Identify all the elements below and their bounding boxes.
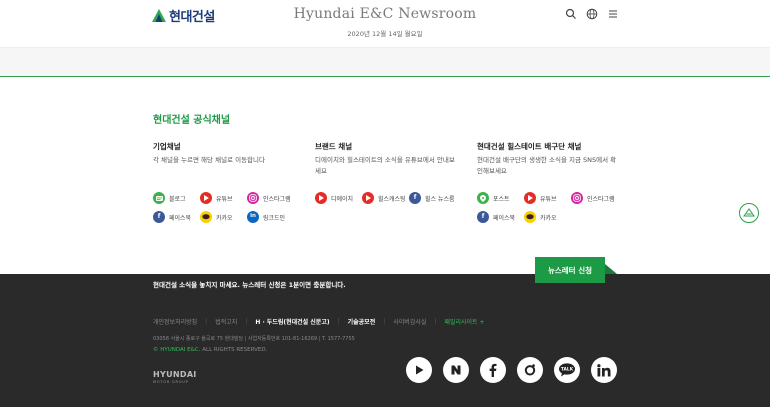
blog-icon [153, 192, 165, 204]
channel-link-youtube[interactable]: 유튜브 [524, 192, 557, 204]
header-divider-band [0, 47, 770, 77]
instagram-icon[interactable] [517, 357, 543, 383]
site-footer [0, 274, 770, 407]
tech-contest-link[interactable]: 기술공모전 [348, 317, 376, 326]
facebook-icon: f [409, 192, 421, 204]
channel-link-hillscasting-youtube[interactable]: 힐스캐스팅 [362, 192, 406, 204]
link-separator: | [434, 318, 437, 325]
column-description: 각 채널을 누르면 해당 채널로 이동합니다 [153, 156, 265, 164]
linkedin-icon[interactable] [591, 357, 617, 383]
cyber-audit-link[interactable]: 사이버감사실 [393, 317, 426, 326]
channel-label: 힐스 뉴스룸 [425, 195, 455, 203]
kakao-icon [524, 211, 536, 223]
privacy-policy-link[interactable]: 개인정보처리방침 [153, 317, 197, 326]
newsletter-prompt: 현대건설 소식을 놓치지 마세요. 뉴스레터 신청은 1분이면 충분합니다. [153, 281, 346, 289]
youtube-icon [315, 192, 327, 204]
channel-link-post[interactable]: 포스트 [477, 192, 510, 204]
channel-label: 카카오 [216, 214, 233, 222]
menu-icon[interactable] [607, 8, 619, 20]
newsletter-subscribe-button[interactable]: 뉴스레터 신청 [535, 257, 605, 283]
footer-links: 개인정보처리방침 | 법적고지 | H · 두드림(현대건설 신문고) | 기술… [153, 317, 484, 326]
post-icon [477, 192, 489, 204]
instagram-icon [571, 192, 583, 204]
official-channels-title: 현대건설 공식채널 [153, 115, 231, 126]
column-description: 디에이치와 힐스테이트의 소식을 유튜브에서 안내보세요 [315, 156, 455, 175]
channel-link-kakao[interactable]: 카카오 [200, 211, 233, 223]
channel-label: 포스트 [493, 195, 510, 203]
channel-label: 카카오 [540, 214, 557, 222]
copyright-brand: © HYUNDAI E&C. [153, 347, 201, 353]
channel-label: 블로그 [169, 195, 186, 203]
channel-link-the-h-youtube[interactable]: 디에이치 [315, 192, 353, 204]
h-dodream-link[interactable]: H · 두드림(현대건설 신문고) [255, 317, 329, 326]
channel-link-youtube[interactable]: 유튜브 [200, 192, 233, 204]
column-title: 현대건설 힐스테이트 배구단 채널 [477, 142, 582, 151]
kakao-talk-icon[interactable]: TALK [554, 357, 580, 383]
instagram-icon [247, 192, 259, 204]
youtube-icon [362, 192, 374, 204]
group-logo-sub: MOTOR GROUP [153, 380, 189, 384]
copyright-rest: ALL RIGHTS RESERVED. [200, 347, 268, 353]
channel-label: 유튜브 [540, 195, 557, 203]
link-separator: | [205, 318, 208, 325]
column-title: 기업채널 [153, 142, 181, 151]
youtube-icon [200, 192, 212, 204]
channel-label: 인스타그램 [263, 195, 291, 203]
channel-label: 디에이치 [331, 195, 354, 203]
corporate-channel-column: 기업채널 각 채널을 누르면 해당 채널로 이동합니다 [153, 141, 313, 166]
channel-label: 인스타그램 [587, 195, 615, 203]
channel-label: 힐스캐스팅 [378, 195, 406, 203]
site-header: 현대건설 Hyundai E&C Newsroom 2020년 12월 14일 … [0, 0, 770, 47]
legal-notice-link[interactable]: 법적고지 [215, 317, 237, 326]
arrow-up-icon [743, 208, 755, 217]
channel-label: 유튜브 [216, 195, 233, 203]
channel-label: 페이스북 [493, 214, 516, 222]
family-site-link[interactable]: 패밀리사이트 + [444, 317, 484, 326]
search-icon[interactable] [565, 8, 577, 20]
channel-link-facebook[interactable]: f 페이스북 [477, 211, 515, 223]
company-address: 03058 서울시 종로구 율곡로 75 현대빌딩 | 사업자등록번호 101-… [153, 336, 355, 342]
link-separator: | [337, 318, 340, 325]
facebook-icon: f [153, 211, 165, 223]
channel-link-instagram[interactable]: 인스타그램 [571, 192, 615, 204]
channel-link-blog[interactable]: 블로그 [153, 192, 186, 204]
copyright: © HYUNDAI E&C. ALL RIGHTS RESERVED. [153, 347, 267, 353]
brand-channel-column: 브랜드 채널 디에이치와 힐스테이트의 소식을 유튜브에서 안내보세요 [315, 141, 455, 177]
hyundai-group-logo: HYUNDAI MOTOR GROUP [153, 370, 197, 384]
column-title: 브랜드 채널 [315, 142, 353, 151]
newsletter-button-tail [605, 264, 617, 274]
link-separator: | [383, 318, 386, 325]
channel-link-linkedin[interactable]: in 링크드인 [247, 211, 285, 223]
volleyball-channel-column: 현대건설 힐스테이트 배구단 채널 현대건설 배구단의 생생한 소식을 지금 S… [477, 141, 617, 177]
channel-label: 페이스북 [169, 214, 192, 222]
group-logo-text: HYUNDAI [153, 370, 197, 379]
current-date: 2020년 12월 14일 월요일 [347, 30, 423, 38]
channel-label: 링크드인 [263, 214, 286, 222]
facebook-icon[interactable] [480, 357, 506, 383]
facebook-icon: f [477, 211, 489, 223]
youtube-icon [524, 192, 536, 204]
channel-link-kakao[interactable]: 카카오 [524, 211, 557, 223]
kakao-icon [200, 211, 212, 223]
linkedin-icon: in [247, 211, 259, 223]
globe-icon[interactable] [586, 8, 598, 20]
column-description: 현대건설 배구단의 생생한 소식을 지금 SNS에서 확인해보세요 [477, 156, 617, 175]
newsroom-title[interactable]: Hyundai E&C Newsroom [0, 6, 770, 22]
channel-link-instagram[interactable]: 인스타그램 [247, 192, 291, 204]
svg-text:TALK: TALK [561, 367, 574, 373]
naver-post-icon[interactable] [443, 357, 469, 383]
channel-link-facebook[interactable]: f 페이스북 [153, 211, 191, 223]
youtube-icon[interactable] [406, 357, 432, 383]
channel-link-hills-newsroom[interactable]: f 힐스 뉴스룸 [409, 192, 455, 204]
scroll-top-button[interactable] [739, 203, 759, 223]
link-separator: | [245, 318, 248, 325]
